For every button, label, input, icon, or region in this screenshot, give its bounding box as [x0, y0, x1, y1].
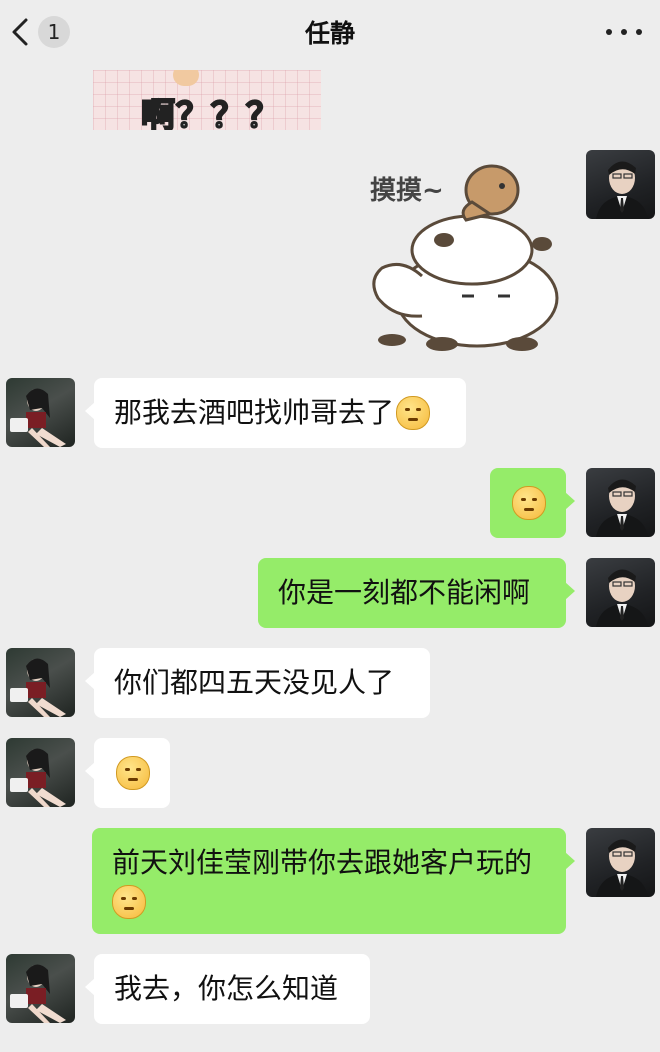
avatar-photo — [596, 479, 648, 537]
more-options-icon[interactable] — [606, 22, 642, 42]
message-bubble[interactable] — [85, 738, 170, 808]
avatar[interactable] — [586, 828, 655, 897]
avatar[interactable] — [6, 648, 75, 717]
message-text: 前天刘佳莹刚带你去跟她客户玩的 — [112, 846, 533, 879]
chat-header: 1 任静 — [0, 0, 660, 62]
unamused-emoji-icon — [512, 486, 546, 520]
sticker-caption: 啊？？？ — [140, 95, 281, 130]
avatar[interactable] — [586, 468, 655, 537]
avatar-photo — [596, 161, 648, 219]
message-text: 你们都四五天没见人了 — [114, 666, 395, 699]
avatar-photo — [596, 569, 648, 627]
avatar-photo — [10, 658, 66, 717]
avatar[interactable] — [586, 558, 655, 627]
message-text: 你是一刻都不能闲啊 — [278, 576, 531, 609]
chat-title: 任静 — [304, 19, 355, 48]
avatar-photo — [596, 839, 648, 897]
sticker-caption: 摸摸~ — [370, 176, 444, 206]
upside-down-face-emoji-icon — [116, 756, 150, 790]
message-bubble[interactable] — [490, 468, 575, 538]
kissing-emoji-icon — [112, 885, 146, 919]
avatar-photo — [10, 388, 66, 447]
message-bubble[interactable]: 那我去酒吧找帅哥去了 — [85, 378, 466, 448]
message-text: 那我去酒吧找帅哥去了 — [114, 396, 395, 429]
message-bubble[interactable]: 你们都四五天没见人了 — [85, 648, 430, 718]
avatar-photo — [10, 964, 66, 1023]
message-bubble[interactable]: 你是一刻都不能闲啊 — [258, 558, 575, 628]
worried-emoji-icon — [396, 396, 431, 430]
avatar[interactable] — [6, 738, 75, 807]
avatar[interactable] — [586, 150, 655, 219]
avatar[interactable] — [6, 954, 75, 1023]
sticker-image[interactable]: 啊？？？ — [93, 70, 321, 130]
avatar-photo — [10, 748, 66, 807]
message-bubble[interactable]: 前天刘佳莹刚带你去跟她客户玩的 — [92, 828, 575, 934]
sticker-image[interactable]: 摸摸~ — [362, 158, 567, 354]
avatar[interactable] — [6, 378, 75, 447]
message-bubble[interactable]: 我去，你怎么知道 — [85, 954, 370, 1024]
message-text: 我去，你怎么知道 — [114, 972, 339, 1005]
